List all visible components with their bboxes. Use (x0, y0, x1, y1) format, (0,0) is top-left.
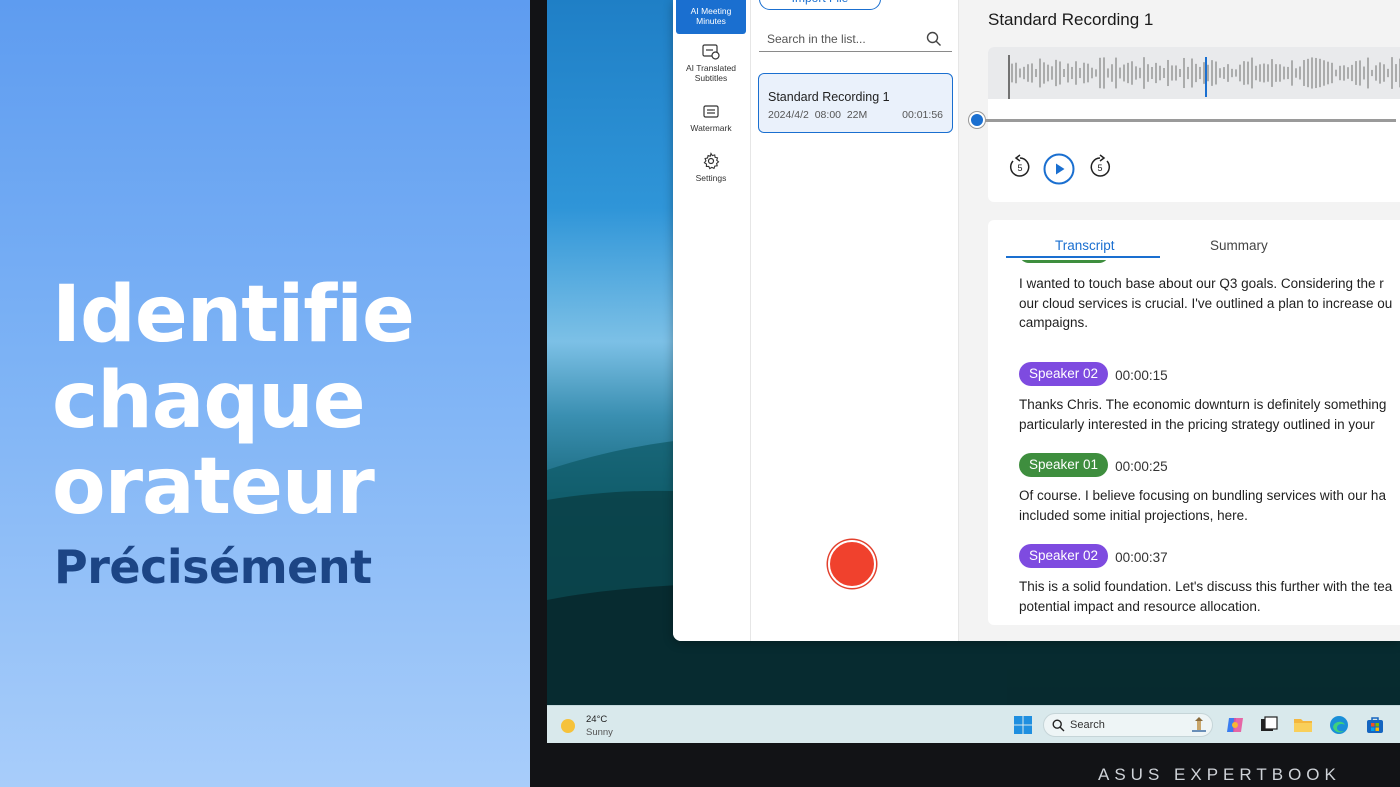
task-view-icon[interactable] (1259, 715, 1279, 735)
transcript-line: I wanted to touch base about our Q3 goal… (1019, 276, 1384, 291)
playback-thumb[interactable] (969, 112, 985, 128)
speaker-badge[interactable]: Speaker 02 (1019, 362, 1109, 386)
recording-date: 2024/4/2 (768, 109, 809, 121)
active-tab-indicator (1006, 256, 1160, 258)
recording-time: 08:00 (814, 109, 841, 121)
import-file-button[interactable]: Import File (759, 0, 881, 10)
taskbar-search[interactable]: Search (1043, 713, 1213, 737)
nav-item-settings[interactable]: Settings (676, 152, 746, 183)
list-search-box (759, 28, 952, 52)
app-window: AI Meeting Minutes AI Translated Subtitl… (673, 0, 1400, 641)
rewind-button[interactable]: 5 (1007, 154, 1033, 185)
forward-button[interactable]: 5 (1087, 154, 1113, 185)
search-icon[interactable] (926, 31, 942, 52)
transcript-line: included some initial projections, here. (1019, 507, 1248, 523)
forward-5-icon: 5 (1090, 154, 1111, 177)
nav-item-label: AI Meeting Minutes (690, 6, 732, 26)
speaker-badge[interactable]: Speaker 01 (1019, 453, 1109, 477)
transcript-entry: I wanted to touch base about our Q3 goal… (1019, 260, 1400, 333)
copilot-icon[interactable] (1225, 715, 1245, 735)
svg-text:5: 5 (1017, 163, 1022, 173)
transcript-line: Of course. I believe focusing on bundlin… (1019, 488, 1386, 503)
tab-transcript[interactable]: Transcript (1055, 238, 1115, 253)
play-icon (1043, 153, 1075, 185)
transcript-entry: Speaker 02 00:00:37 This is a solid found… (1019, 544, 1400, 616)
entry-timestamp[interactable]: 00:00:37 (1115, 550, 1168, 565)
transcript-panel: Transcript Summary I wanted to touch bas… (988, 220, 1400, 625)
transcript-entry: Speaker 02 00:00:15 Thanks Chris. The eco… (1019, 362, 1400, 434)
entry-timestamp[interactable]: 00:00:15 (1115, 368, 1168, 383)
playback-track[interactable] (976, 119, 1396, 122)
play-button[interactable] (1043, 153, 1075, 190)
watermark-icon (676, 104, 746, 120)
nav-item-label: Watermark (690, 123, 732, 133)
transcript-line: This is a solid foundation. Let's discus… (1019, 579, 1393, 594)
promo-panel: Identifie chaque orateur Précisément (0, 0, 530, 787)
speaker-badge[interactable]: Speaker 02 (1019, 544, 1109, 568)
entry-timestamp[interactable]: 00:00:25 (1115, 459, 1168, 474)
nav-item-translated-subtitles[interactable]: AI Translated Subtitles (676, 44, 746, 83)
entry-header-clipped (1019, 260, 1400, 266)
file-explorer-icon[interactable] (1293, 715, 1313, 735)
weather-temperature: 24°C (586, 714, 608, 725)
recording-title: Standard Recording 1 (988, 10, 1154, 29)
transcript-line: particularly interested in the pricing s… (1019, 416, 1375, 432)
nav-item-label: Settings (695, 173, 727, 183)
transcript-line: our cloud services is crucial. I've outl… (1019, 295, 1393, 311)
laptop-brand: ASUS EXPERTBOOK (1098, 765, 1341, 784)
taskbar-search-label: Search (1070, 719, 1105, 731)
translated-subtitles-icon (676, 44, 746, 60)
speaker-badge (1019, 260, 1109, 263)
recording-size: 22M (846, 109, 868, 121)
headline-line-1: Identifie (52, 270, 415, 360)
recording-list-panel: Import File Standard Recording 1 2024/4/… (751, 0, 959, 641)
waveform[interactable] (988, 47, 1400, 99)
waveform-graphic (1008, 55, 1400, 99)
svg-text:5: 5 (1097, 163, 1102, 173)
recording-name: Standard Recording 1 (768, 90, 890, 104)
record-button[interactable] (828, 540, 876, 588)
gear-icon (676, 152, 746, 170)
nav-item-watermark[interactable]: Watermark (676, 104, 746, 133)
transcript-line: Thanks Chris. The economic downturn is d… (1019, 397, 1387, 412)
recording-list-item[interactable]: Standard Recording 1 2024/4/2 08:00 22M … (758, 73, 953, 133)
recording-duration: 00:01:56 (902, 109, 943, 121)
transcript-line: campaigns. (1019, 315, 1089, 330)
taskbar: 24°C Sunny Search (547, 705, 1400, 743)
search-icon (1052, 719, 1065, 737)
edge-browser-icon[interactable] (1329, 715, 1349, 735)
headline-line-2: chaque (52, 356, 366, 446)
search-highlight-icon (1190, 717, 1208, 738)
transcript-list[interactable]: I wanted to touch base about our Q3 goal… (988, 260, 1400, 625)
weather-condition: Sunny (586, 727, 613, 738)
list-search-input[interactable] (759, 28, 919, 50)
nav-item-meeting-minutes[interactable]: AI Meeting Minutes (676, 0, 746, 34)
headline-line-3: orateur (52, 442, 375, 532)
recording-detail: Standard Recording 1 5 5 Transcript Summ… (959, 0, 1400, 641)
transcript-entry: Speaker 01 00:00:25 Of course. I believe … (1019, 453, 1400, 525)
headline-subtitle: Précisément (54, 540, 372, 594)
store-icon[interactable] (1365, 715, 1385, 735)
recording-meta: 2024/4/2 08:00 22M (768, 109, 867, 121)
nav-item-label: AI Translated Subtitles (685, 63, 737, 83)
rewind-5-icon: 5 (1009, 154, 1030, 177)
transcript-line: potential impact and resource allocation… (1019, 598, 1261, 614)
side-nav: AI Meeting Minutes AI Translated Subtitl… (673, 0, 751, 641)
windows-start-icon[interactable] (1013, 715, 1033, 735)
tab-summary[interactable]: Summary (1210, 238, 1268, 253)
sun-icon (561, 719, 575, 733)
